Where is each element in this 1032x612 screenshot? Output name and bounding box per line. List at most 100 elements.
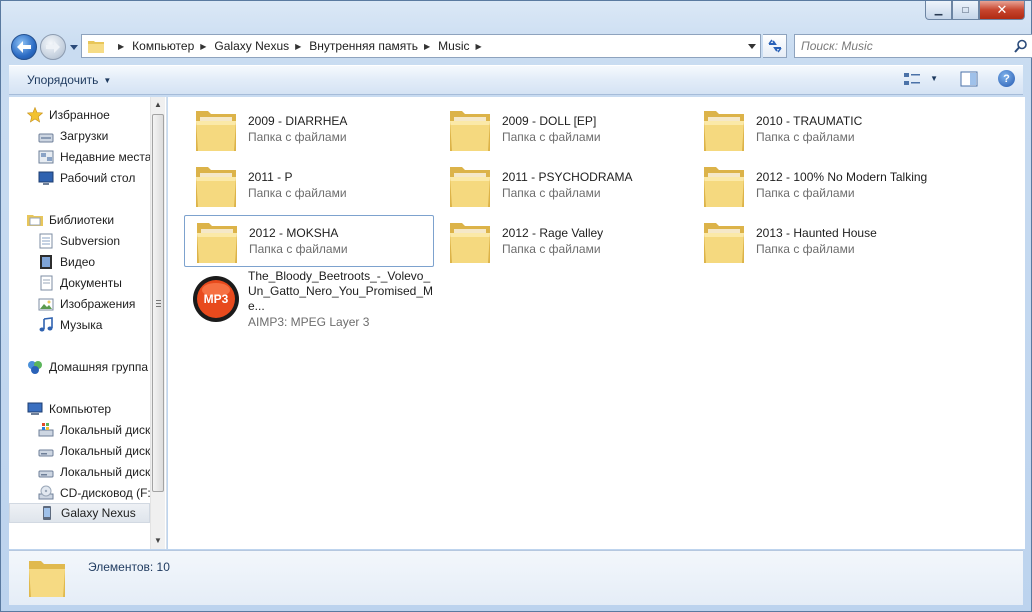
sidebar-item-label[interactable]: Избранное [49,108,110,122]
sidebar-item-label[interactable]: Загрузки [60,129,108,143]
sidebar-item-homegroup[interactable]: Домашняя группа [27,357,148,377]
item-text: 2009 - DOLL [EP] Папка с файлами [502,113,601,145]
sidebar-item-desktop[interactable]: Рабочий стол [38,168,135,188]
scrollbar-thumb[interactable] [152,114,164,492]
sidebar-item-label[interactable]: Локальный диск [60,444,150,458]
file-item[interactable]: MP3 The_Bloody_Beetroots_-_Volevo_Un_Gatt… [184,268,434,330]
sidebar-item-label[interactable]: Изображения [60,297,135,311]
sidebar-item-documents[interactable]: Документы [38,273,122,293]
sidebar-item-music[interactable]: Музыка [38,315,102,335]
scroll-down-icon[interactable]: ▼ [154,536,162,545]
breadcrumb-label[interactable]: Galaxy Nexus [214,39,289,53]
sidebar-item-label[interactable]: Рабочий стол [60,171,135,185]
folder-icon [450,167,490,207]
sidebar-item-recent-places[interactable]: Недавние места [38,147,151,167]
minimize-button[interactable]: ▁ [925,1,952,20]
sidebar-item-label[interactable]: Galaxy Nexus [61,506,136,520]
search-box[interactable] [794,34,1032,58]
sidebar-item-local-disk-e[interactable]: Локальный диск [38,462,150,482]
breadcrumb-computer[interactable]: ▶ Компьютер [108,39,194,53]
breadcrumb-internal-memory[interactable]: ▶ Внутренняя память [289,39,418,53]
refresh-button[interactable] [763,34,787,58]
address-bar[interactable]: ▶ Компьютер ▶ Galaxy Nexus ▶ Внутренняя … [81,34,761,58]
folder-item[interactable]: 2012 - 100% No Modern Talking Папка с фай… [692,159,942,211]
navigation-bar: ▶ Компьютер ▶ Galaxy Nexus ▶ Внутренняя … [9,31,1032,63]
breadcrumb-separator-icon[interactable]: ▶ [295,42,301,51]
folder-item[interactable]: 2011 - PSYCHODRAMA Папка с файлами [438,159,688,211]
sidebar-item-favorites[interactable]: Избранное [27,105,110,125]
sidebar-scrollbar[interactable]: ▲ ▼ [150,97,165,549]
sidebar-item-local-disk-d[interactable]: Локальный диск [38,441,150,461]
sidebar-item-label[interactable]: Библиотеки [49,213,114,227]
sidebar-item-label[interactable]: Документы [60,276,122,290]
close-button[interactable]: ✕ [979,1,1025,20]
organize-label[interactable]: Упорядочить [27,73,98,87]
breadcrumb-label[interactable]: Внутренняя память [309,39,418,53]
sidebar-item-label[interactable]: Компьютер [49,402,111,416]
folder-icon [88,41,104,53]
breadcrumb-separator-icon[interactable]: ▶ [476,42,482,51]
sidebar-item-label[interactable]: Локальный диск [60,423,150,437]
folder-item[interactable]: 2010 - TRAUMATIC Папка с файлами [692,103,942,155]
item-type: Папка с файлами [502,242,601,256]
chevron-down-icon[interactable]: ▼ [930,74,938,83]
sidebar-item-label[interactable]: Subversion [60,234,120,248]
organize-menu-button[interactable]: Упорядочить ▼ [27,73,111,87]
item-type: Папка с файлами [248,130,347,144]
sidebar-item-local-disk-c[interactable]: Локальный диск [38,420,150,440]
maximize-button[interactable]: □ [952,1,979,20]
address-history-dropdown[interactable] [748,42,756,51]
preview-pane-icon[interactable] [960,71,978,87]
breadcrumb-music[interactable]: ▶ Music ▶ [418,39,490,53]
item-text: 2010 - TRAUMATIC Папка с файлами [756,113,862,145]
change-view-button[interactable]: ▼ [903,71,938,87]
sidebar-item-label[interactable]: Недавние места [60,150,151,164]
chevron-down-icon[interactable]: ▼ [103,76,111,85]
sidebar-item-video[interactable]: Видео [38,252,95,272]
folder-icon [704,223,744,263]
folder-item[interactable]: 2012 - Rage Valley Папка с файлами [438,215,688,267]
breadcrumb-separator-icon[interactable]: ▶ [118,42,124,51]
item-text: The_Bloody_Beetroots_-_Volevo_Un_Gatto_N… [248,269,434,330]
sidebar-item-label[interactable]: CD-дисковод (F: [60,486,151,500]
sidebar-item-cd-drive[interactable]: CD-дисковод (F: [38,483,151,503]
breadcrumb-separator-icon[interactable]: ▶ [424,42,430,51]
help-button[interactable]: ? [998,70,1015,87]
scroll-up-icon[interactable]: ▲ [154,100,162,109]
sidebar-item-libraries[interactable]: Библиотеки [27,210,114,230]
folder-item[interactable]: 2013 - Haunted House Папка с файлами [692,215,942,267]
folder-item[interactable]: 2009 - DIARRHEA Папка с файлами [184,103,434,155]
item-text: 2013 - Haunted House Папка с файлами [756,225,877,257]
sidebar-item-subversion[interactable]: Subversion [38,231,120,251]
forward-button[interactable] [40,34,66,60]
search-icon[interactable] [1014,39,1028,53]
item-name: 2009 - DIARRHEA [248,114,348,128]
sidebar-item-label[interactable]: Видео [60,255,95,269]
item-text: 2011 - PSYCHODRAMA Папка с файлами [502,169,632,201]
search-input[interactable] [801,39,1001,53]
sidebar-item-computer[interactable]: Компьютер [27,399,111,419]
folder-item[interactable]: 2012 - MOKSHA Папка с файлами [184,215,434,267]
folder-icon [196,167,236,207]
breadcrumb-label[interactable]: Компьютер [132,39,194,53]
item-name: 2012 - 100% No Modern Talking [756,170,928,184]
folder-item[interactable]: 2009 - DOLL [EP] Папка с файлами [438,103,688,155]
back-button[interactable] [11,34,37,60]
sidebar-item-label[interactable]: Музыка [60,318,102,332]
item-count: Элементов: 10 [88,560,170,574]
sidebar-item-downloads[interactable]: Загрузки [38,126,108,146]
item-name: 2011 - PSYCHODRAMA [502,170,633,184]
breadcrumb-label[interactable]: Music [438,39,469,53]
command-bar-right: ▼ ? [903,70,1015,87]
sidebar-item-pictures[interactable]: Изображения [38,294,135,314]
sidebar-item-label[interactable]: Локальный диск [60,465,150,479]
item-type: Папка с файлами [502,130,601,144]
recent-pages-dropdown[interactable] [70,43,80,52]
breadcrumb-galaxy-nexus[interactable]: ▶ Galaxy Nexus [194,39,289,53]
folder-item[interactable]: 2011 - P Папка с файлами [184,159,434,211]
breadcrumb-separator-icon[interactable]: ▶ [200,42,206,51]
recent-places-icon [38,150,54,164]
pictures-icon [38,298,54,311]
sidebar-item-label[interactable]: Домашняя группа [49,360,148,374]
sidebar-item-galaxy-nexus[interactable]: Galaxy Nexus [9,503,150,523]
